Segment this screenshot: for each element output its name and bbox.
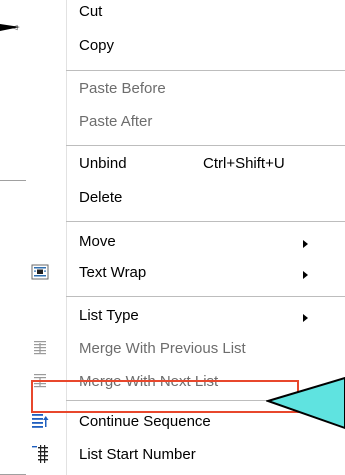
menu-item-list-type[interactable]: List Type [26, 302, 345, 330]
menu-item-label: Unbind [79, 155, 127, 172]
menu-item-label: Continue Sequence [79, 413, 211, 430]
menu-item-list-start-number[interactable]: List Start Number [26, 441, 345, 469]
menu-separator [66, 296, 345, 297]
menu-item-label: Paste After [79, 113, 153, 130]
submenu-arrow-icon [303, 314, 308, 322]
text-wrap-icon [31, 264, 49, 280]
menu-item-cut[interactable]: Cut [26, 0, 345, 26]
continue-sequence-icon [32, 414, 49, 428]
arrow-pointer-icon [0, 24, 20, 31]
menu-separator [66, 70, 345, 71]
document-margin-strip: ∇ [0, 0, 27, 475]
menu-item-unbind[interactable]: Unbind Ctrl+Shift+U [26, 150, 345, 178]
menu-item-label: Text Wrap [79, 264, 147, 281]
menu-item-paste-after[interactable]: Paste After [26, 108, 345, 136]
menu-item-copy[interactable]: Copy [26, 32, 345, 60]
callout-pointer [266, 376, 345, 430]
menu-item-label: Merge With Next List [79, 373, 219, 390]
menu-separator [66, 221, 345, 222]
list-start-number-icon [32, 445, 48, 463]
merge-previous-icon [34, 341, 46, 355]
strip-divider [0, 180, 26, 181]
menu-item-label: Delete [79, 189, 123, 206]
menu-separator [66, 145, 345, 146]
menu-item-delete[interactable]: Delete [26, 184, 345, 212]
submenu-arrow-icon [303, 271, 308, 279]
menu-item-label: Merge With Previous List [79, 340, 246, 357]
submenu-arrow-icon [303, 240, 308, 248]
menu-item-label: List Type [79, 307, 139, 324]
menu-item-merge-previous[interactable]: Merge With Previous List [26, 335, 345, 363]
menu-item-paste-before[interactable]: Paste Before [26, 75, 345, 103]
menu-item-label: Copy [79, 37, 115, 54]
merge-next-icon [34, 374, 46, 388]
menu-item-label: Paste Before [79, 80, 166, 97]
menu-item-move[interactable]: Move [26, 228, 345, 256]
menu-item-shortcut: Ctrl+Shift+U [203, 155, 285, 172]
menu-item-label: Cut [79, 3, 103, 20]
menu-item-label: Move [79, 233, 116, 250]
menu-item-label: List Start Number [79, 446, 196, 463]
menu-item-text-wrap[interactable]: Text Wrap [26, 259, 345, 287]
